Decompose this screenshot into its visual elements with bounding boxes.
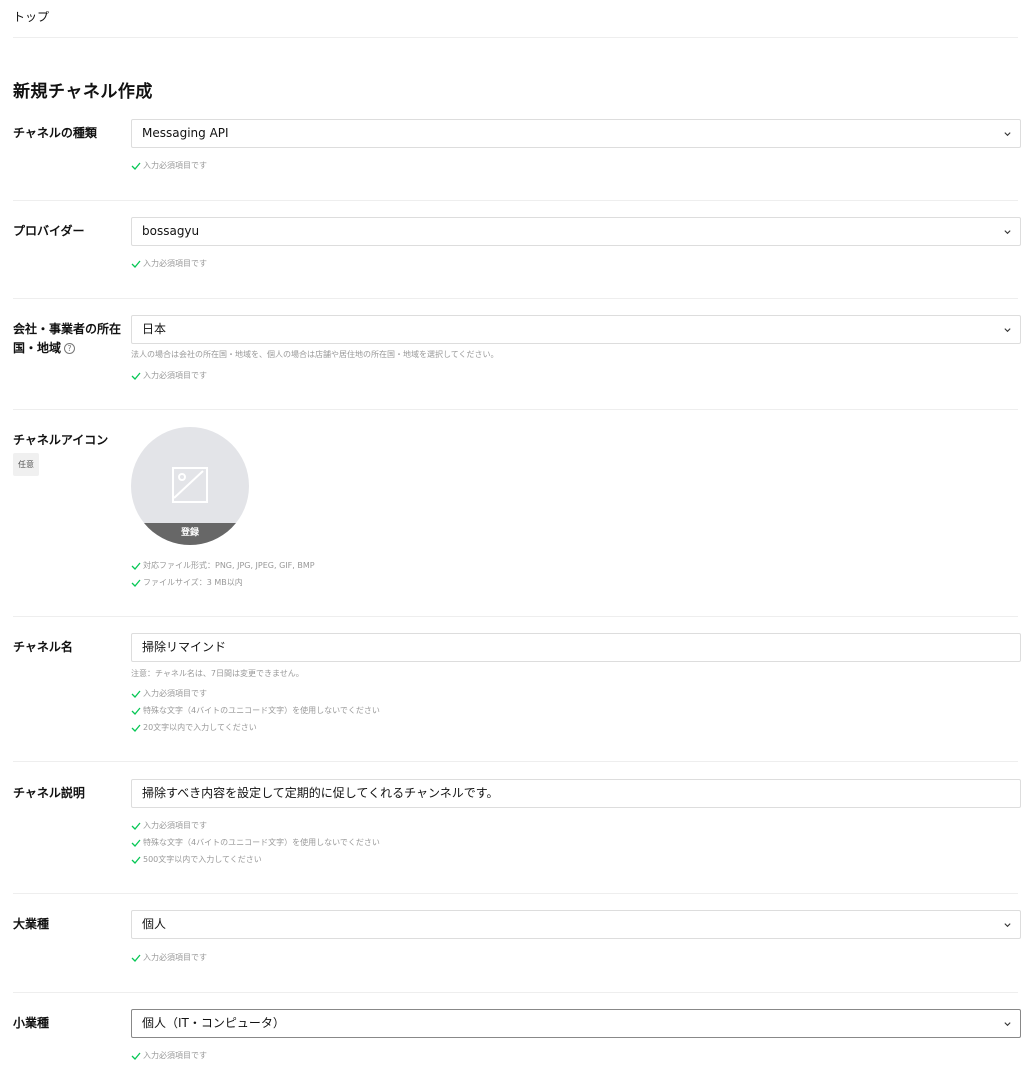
channel-name-value: 掃除リマインド: [142, 640, 227, 654]
check-icon: [131, 1052, 141, 1060]
country-select[interactable]: 日本: [131, 315, 1021, 344]
chevron-down-icon: [1004, 328, 1011, 333]
check-icon: [131, 690, 141, 698]
chevron-down-icon: [1004, 1022, 1011, 1027]
check-icon: [131, 579, 141, 587]
major-industry-label: 大業種: [13, 917, 50, 931]
register-button[interactable]: 登録: [131, 523, 249, 545]
provider-select[interactable]: bossagyu: [131, 217, 1021, 246]
check-icon: [131, 724, 141, 732]
top-divider: [13, 37, 1018, 38]
channel-icon-valid-format: 対応ファイル形式：PNG, JPG, JPEG, GIF, BMP: [131, 560, 315, 571]
country-note: 法人の場合は会社の所在国・地域を、個人の場合は店舗や居住地の所在国・地域を選択し…: [131, 350, 499, 359]
channel-type-select[interactable]: Messaging API: [131, 119, 1021, 148]
breadcrumb[interactable]: トップ: [13, 8, 49, 25]
chevron-down-icon: [1004, 230, 1011, 235]
check-icon: [131, 562, 141, 570]
channel-type-value: Messaging API: [142, 126, 229, 140]
provider-label: プロバイダー: [13, 224, 85, 238]
channel-description-value: 掃除すべき内容を設定して定期的に促してくれるチャンネルです。: [142, 786, 499, 800]
channel-type-valid: 入力必須項目です: [131, 160, 207, 171]
channel-name-note: 注意：チャネル名は、7日間は変更できません。: [131, 669, 304, 678]
channel-icon-label-text: チャネルアイコン: [13, 433, 109, 447]
minor-industry-label: 小業種: [13, 1016, 50, 1030]
divider: [13, 893, 1018, 894]
channel-name-valid-length: 20文字以内で入力してください: [131, 722, 257, 733]
minor-industry-valid: 入力必須項目です: [131, 1050, 207, 1061]
country-valid: 入力必須項目です: [131, 370, 207, 381]
major-industry-value: 個人: [142, 917, 167, 931]
channel-name-input[interactable]: 掃除リマインド: [131, 633, 1021, 662]
channel-description-valid-chars: 特殊な文字（4バイトのユニコード文字）を使用しないでください: [131, 837, 380, 848]
channel-icon-valid-size: ファイルサイズ：3 MB以内: [131, 577, 243, 588]
divider: [13, 298, 1018, 299]
channel-description-valid-length: 500文字以内で入力してください: [131, 854, 262, 865]
chevron-down-icon: [1004, 132, 1011, 137]
provider-valid: 入力必須項目です: [131, 258, 207, 269]
check-icon: [131, 839, 141, 847]
channel-icon-label: チャネルアイコン 任意: [13, 431, 123, 476]
help-icon[interactable]: ?: [64, 343, 76, 354]
channel-icon-upload[interactable]: 登録: [131, 427, 249, 545]
provider-value: bossagyu: [142, 224, 200, 238]
check-icon: [131, 372, 141, 380]
channel-name-valid-chars: 特殊な文字（4バイトのユニコード文字）を使用しないでください: [131, 705, 380, 716]
major-industry-valid: 入力必須項目です: [131, 952, 207, 963]
channel-description-input[interactable]: 掃除すべき内容を設定して定期的に促してくれるチャンネルです。: [131, 779, 1021, 808]
divider: [13, 992, 1018, 993]
check-icon: [131, 260, 141, 268]
country-value: 日本: [142, 322, 167, 336]
minor-industry-select[interactable]: 個人（IT・コンピュータ）: [131, 1009, 1021, 1038]
channel-type-label: チャネルの種類: [13, 126, 97, 140]
country-label: 会社・事業者の所在国・地域?: [13, 320, 123, 358]
image-icon: [172, 467, 208, 503]
divider: [13, 409, 1018, 410]
major-industry-select[interactable]: 個人: [131, 910, 1021, 939]
check-icon: [131, 162, 141, 170]
channel-description-valid-required: 入力必須項目です: [131, 820, 207, 831]
minor-industry-value: 個人（IT・コンピュータ）: [142, 1016, 285, 1030]
optional-badge: 任意: [13, 453, 39, 476]
channel-name-valid-required: 入力必須項目です: [131, 688, 207, 699]
chevron-down-icon: [1004, 923, 1011, 928]
channel-description-label: チャネル説明: [13, 786, 85, 800]
divider: [13, 200, 1018, 201]
page-title: 新規チャネル作成: [13, 82, 153, 102]
check-icon: [131, 822, 141, 830]
check-icon: [131, 856, 141, 864]
divider: [13, 616, 1018, 617]
channel-name-label: チャネル名: [13, 640, 73, 654]
divider: [13, 761, 1018, 762]
check-icon: [131, 954, 141, 962]
check-icon: [131, 707, 141, 715]
